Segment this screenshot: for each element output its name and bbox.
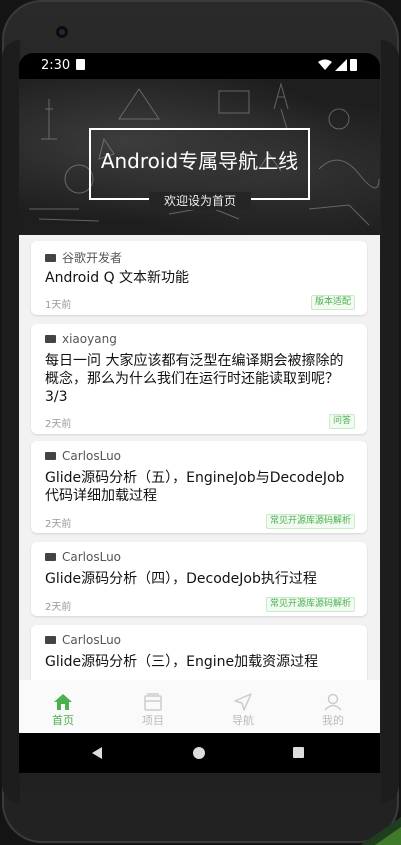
hero-subtitle: 欢迎设为首页 — [149, 192, 251, 210]
article-feed[interactable]: 谷歌开发者 Android Q 文本新功能 1天前 版本适配 xiaoyang … — [19, 235, 380, 680]
front-camera — [56, 26, 68, 38]
recent-apps-button[interactable] — [293, 747, 304, 758]
article-card[interactable]: CarlosLuo Glide源码分析（三），Engine加载资源过程 — [31, 625, 367, 680]
article-time: 1天前 — [45, 300, 72, 311]
author-name: CarlosLuo — [62, 449, 122, 463]
nav-profile[interactable]: 我的 — [298, 680, 368, 733]
article-title: Glide源码分析（五），EngineJob与DecodeJob代码详细加载过程 — [45, 470, 345, 504]
article-time: 2天前 — [45, 419, 72, 430]
sd-card-icon — [76, 59, 85, 70]
author-name: xiaoyang — [62, 332, 117, 346]
app-screen: 2:30 Android专属导航上线 欢迎设为首页 谷歌开发者 Android … — [19, 53, 380, 773]
author-name: CarlosLuo — [62, 633, 122, 647]
project-icon — [144, 693, 162, 711]
article-tag[interactable]: 版本适配 — [310, 295, 355, 310]
phone-side-right — [381, 40, 399, 803]
article-card[interactable]: xiaoyang 每日一问 大家应该都有泛型在编译期会被擦除的概念，那么为什么我… — [31, 324, 367, 434]
hero-banner[interactable]: Android专属导航上线 欢迎设为首页 — [19, 79, 380, 235]
nav-profile-label: 我的 — [322, 714, 344, 727]
nav-navigation[interactable]: 导航 — [208, 680, 278, 733]
signal-icon — [335, 59, 347, 71]
wifi-icon — [318, 59, 332, 70]
folder-icon — [45, 635, 56, 644]
card-author: CarlosLuo — [45, 633, 121, 647]
card-author: CarlosLuo — [45, 550, 121, 564]
nav-home[interactable]: 首页 — [28, 680, 98, 733]
article-title: Glide源码分析（三），Engine加载资源过程 — [45, 654, 319, 670]
article-title: Glide源码分析（四），DecodeJob执行过程 — [45, 571, 317, 587]
author-name: CarlosLuo — [62, 550, 122, 564]
card-author: 谷歌开发者 — [45, 249, 122, 266]
nav-project-label: 项目 — [142, 714, 164, 727]
article-card[interactable]: 谷歌开发者 Android Q 文本新功能 1天前 版本适配 — [31, 241, 367, 315]
profile-icon — [324, 693, 342, 711]
folder-icon — [45, 552, 56, 561]
card-author: CarlosLuo — [45, 449, 121, 463]
article-tag[interactable]: 常见开源库源码解析 — [265, 514, 355, 529]
article-time: 2天前 — [45, 602, 72, 613]
article-time: 2天前 — [45, 519, 72, 530]
phone-side-left — [2, 40, 20, 803]
card-author: xiaoyang — [45, 332, 117, 346]
article-title: Android Q 文本新功能 — [45, 270, 190, 286]
folder-icon — [45, 451, 56, 460]
article-card[interactable]: CarlosLuo Glide源码分析（五），EngineJob与DecodeJ… — [31, 441, 367, 533]
nav-project[interactable]: 项目 — [118, 680, 188, 733]
article-tag[interactable]: 常见开源库源码解析 — [265, 597, 355, 612]
article-tag[interactable]: 问答 — [328, 414, 355, 429]
article-card[interactable]: CarlosLuo Glide源码分析（四），DecodeJob执行过程 2天前… — [31, 542, 367, 616]
status-time: 2:30 — [41, 58, 71, 73]
corner-decoration — [361, 817, 401, 845]
nav-navigation-label: 导航 — [232, 714, 254, 727]
status-bar: 2:30 — [19, 53, 380, 79]
hero-title: Android专属导航上线 — [100, 149, 299, 173]
folder-icon — [45, 334, 56, 343]
navigation-icon — [234, 693, 252, 711]
nav-home-label: 首页 — [52, 714, 74, 727]
home-icon — [54, 694, 72, 710]
home-button[interactable] — [193, 747, 205, 759]
folder-icon — [45, 253, 56, 262]
battery-icon — [350, 59, 357, 71]
bottom-navigation: 首页 项目 导航 我的 — [19, 680, 380, 733]
author-name: 谷歌开发者 — [62, 251, 123, 265]
back-button[interactable] — [92, 747, 102, 759]
system-navigation-bar — [19, 733, 380, 773]
article-title: 每日一问 大家应该都有泛型在编译期会被擦除的概念，那么为什么我们在运行时还能读取… — [45, 353, 344, 405]
